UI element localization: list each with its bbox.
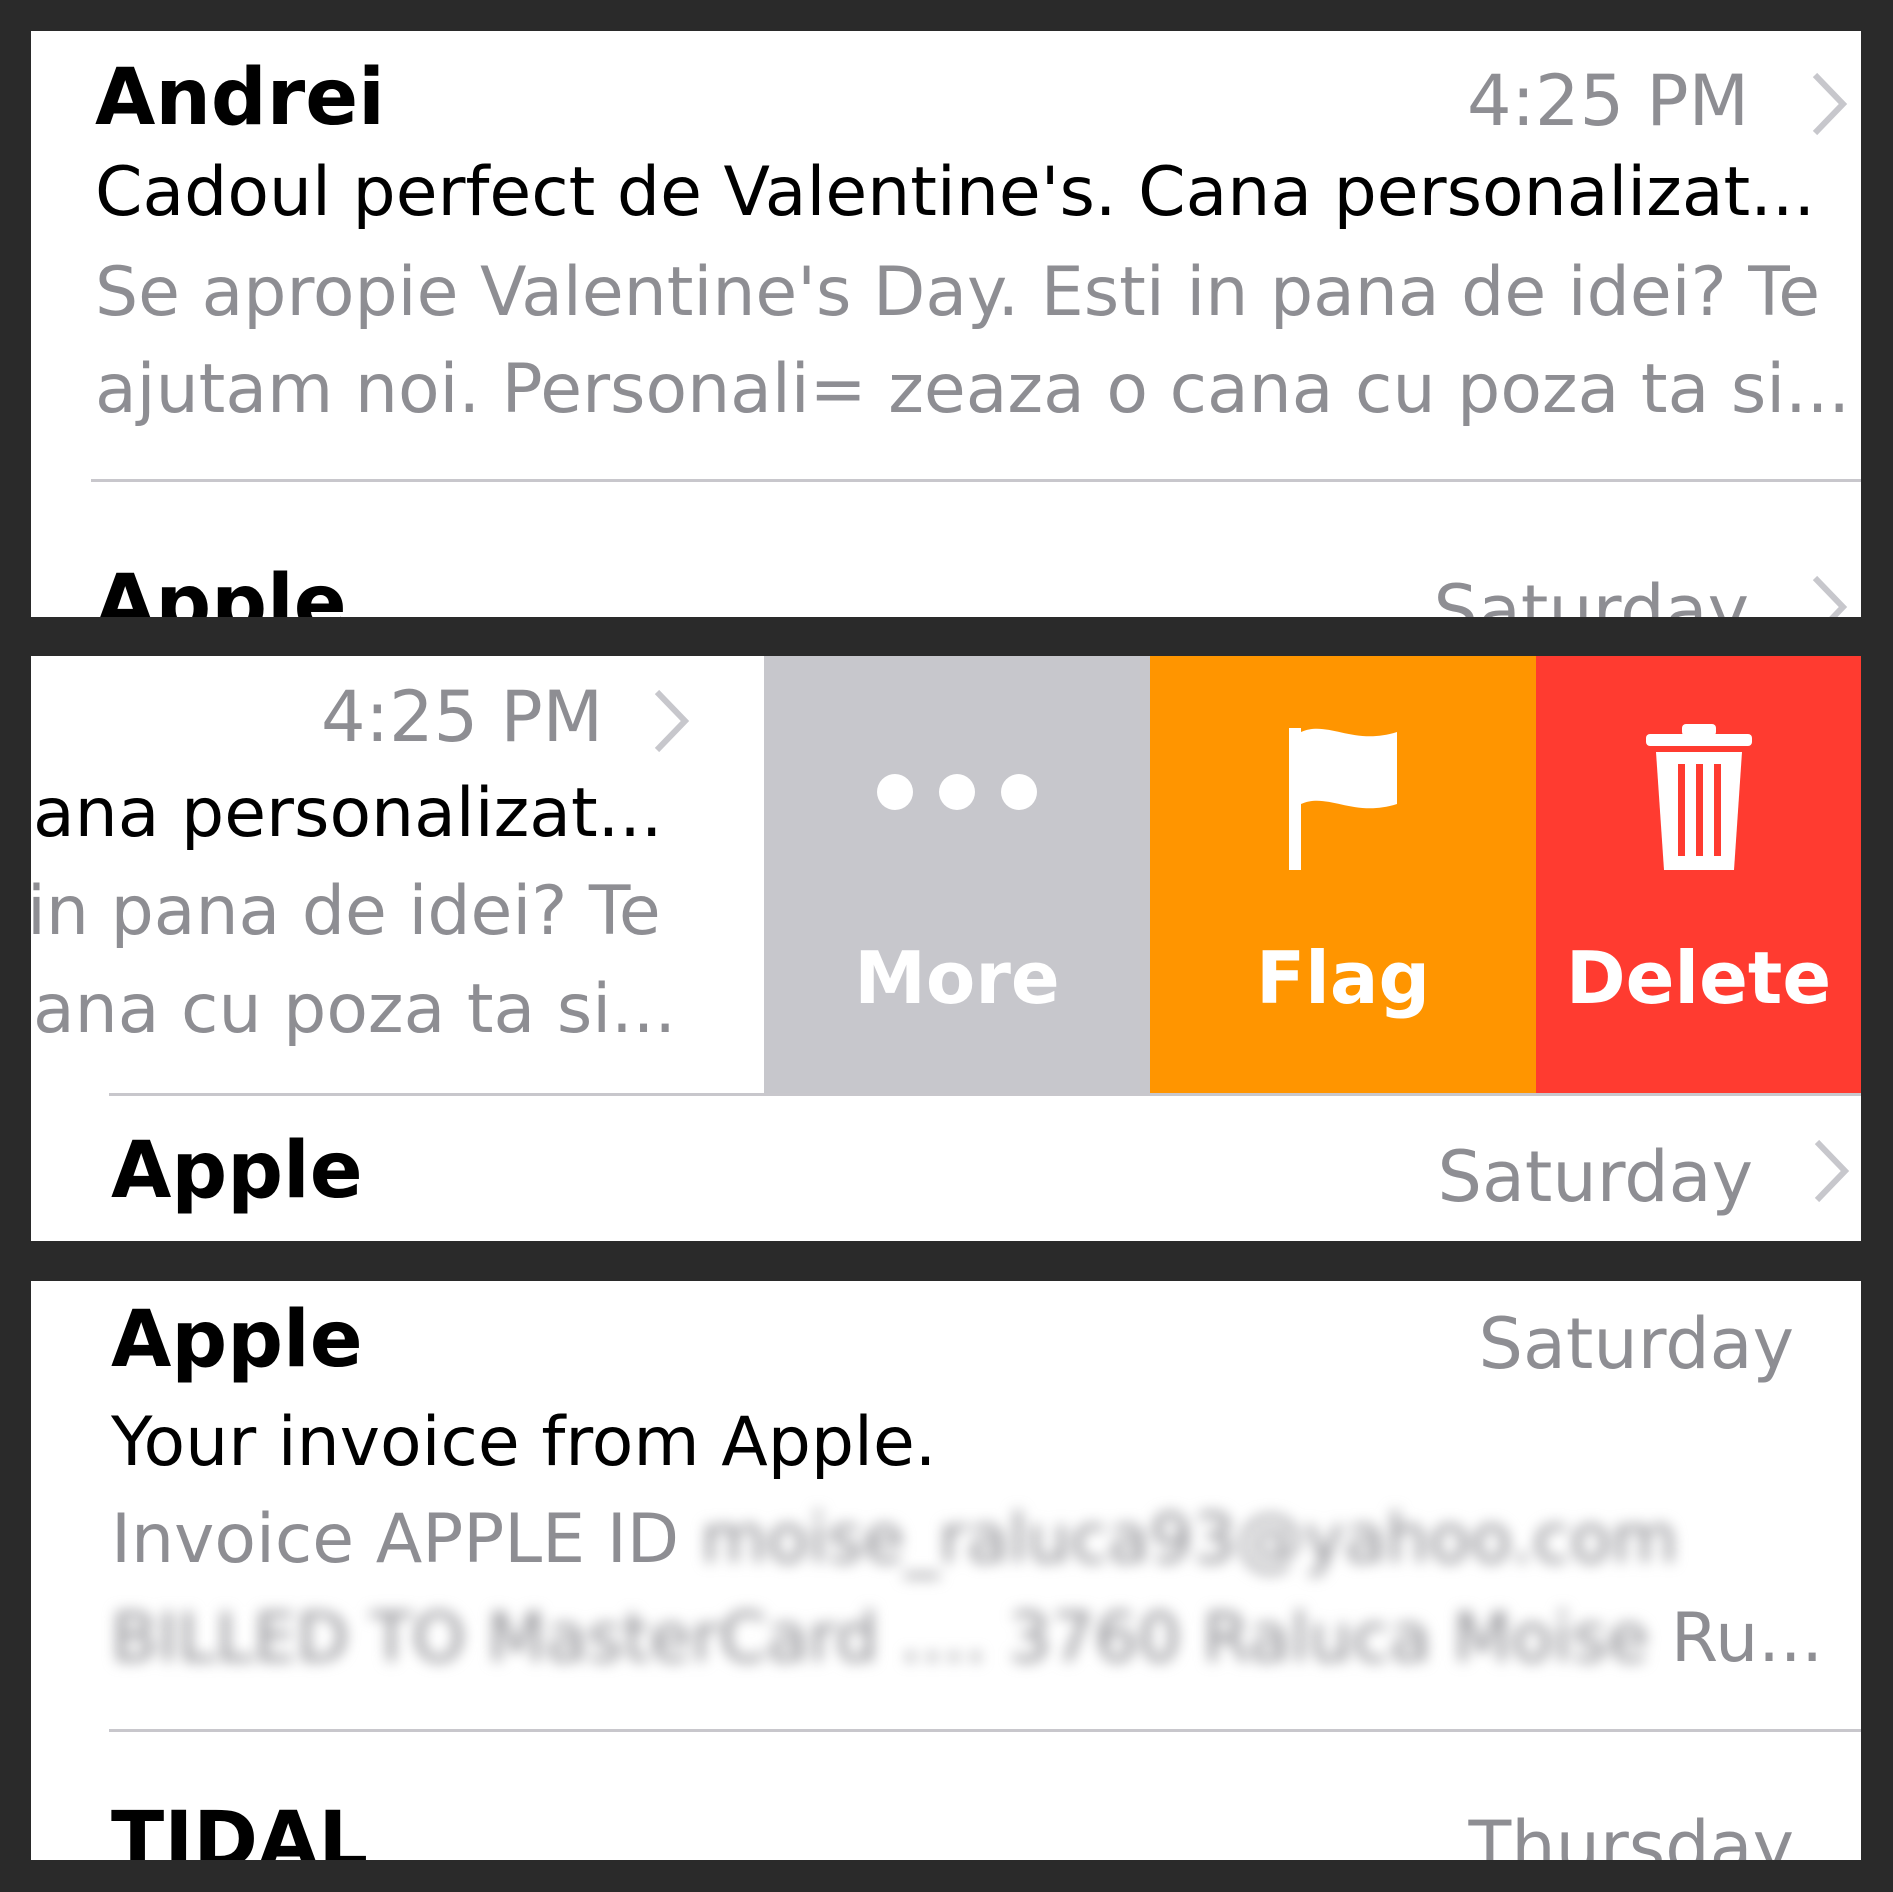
delete-label: Delete — [1565, 936, 1832, 1020]
mail-list-panel-2: 4:25 PM ana personalizat... in pana de i… — [31, 656, 1861, 1241]
mail-time: Thursday — [1468, 1806, 1795, 1860]
mail-time: Saturday — [1437, 1136, 1753, 1218]
mail-preview-line-1: Se apropie Valentine's Day. Esti in pana… — [95, 253, 1821, 332]
flag-label: Flag — [1256, 936, 1430, 1020]
mail-time: Saturday — [1478, 1303, 1794, 1385]
mail-time: 4:25 PM — [1466, 60, 1749, 142]
more-label: More — [854, 936, 1060, 1020]
chevron-right-icon — [1812, 575, 1848, 617]
delete-action-button[interactable]: Delete — [1536, 656, 1861, 1093]
sender-name: Andrei — [95, 53, 385, 143]
mail-row-apple-invoice[interactable]: Apple Saturday Your invoice from Apple. … — [31, 1281, 1861, 1729]
mail-subject: Cadoul perfect de Valentine's. Cana pers… — [95, 153, 1816, 232]
mail-preview-line-1: Invoice APPLE ID moise_raluca93@yahoo.co… — [111, 1506, 1678, 1574]
mail-preview-line-2: ajutam noi. Personali= zeaza o cana cu p… — [95, 350, 1851, 429]
sender-name: Apple — [111, 1295, 363, 1385]
chevron-right-icon — [1812, 72, 1848, 136]
blurred-email: moise_raluca93@yahoo.com — [700, 1500, 1678, 1579]
ellipsis-icon — [877, 774, 1037, 810]
mail-row-apple[interactable]: Apple Saturday — [31, 1096, 1861, 1241]
trash-icon — [1645, 724, 1752, 870]
mail-time: 4:25 PM — [321, 676, 604, 758]
mail-row-apple[interactable]: Apple Saturday — [31, 482, 1861, 617]
mail-list-panel-1: Andrei 4:25 PM Cadoul perfect de Valenti… — [31, 31, 1861, 617]
mail-preview-line-2: BILLED TO MasterCard .... 3760 Raluca Mo… — [111, 1605, 1823, 1673]
mail-subject: Your invoice from Apple. — [111, 1403, 937, 1482]
chevron-right-icon — [1814, 1139, 1850, 1203]
flag-action-button[interactable]: Flag — [1150, 656, 1536, 1093]
preview-suffix: Ru... — [1670, 1599, 1824, 1678]
mail-subject-fragment: ana personalizat... — [33, 774, 663, 853]
more-action-button[interactable]: More — [764, 656, 1150, 1093]
mail-time: Saturday — [1433, 570, 1749, 617]
flag-icon — [1289, 728, 1397, 870]
mail-preview-fragment-1: in pana de idei? Te — [31, 872, 661, 951]
chevron-right-icon — [654, 689, 690, 753]
sender-name: TIDAL — [111, 1796, 369, 1860]
sender-name: Apple — [95, 559, 347, 617]
sender-name: Apple — [111, 1126, 363, 1216]
mail-row-swiped[interactable]: 4:25 PM ana personalizat... in pana de i… — [31, 656, 764, 1093]
mail-row-andrei[interactable]: Andrei 4:25 PM Cadoul perfect de Valenti… — [31, 31, 1861, 479]
mail-preview-fragment-2: ana cu poza ta si... — [33, 970, 677, 1049]
mail-row-tidal[interactable]: TIDAL Thursday — [31, 1732, 1861, 1860]
blurred-billing-info: BILLED TO MasterCard .... 3760 Raluca Mo… — [111, 1599, 1650, 1678]
preview-prefix: Invoice APPLE ID — [111, 1500, 680, 1579]
mail-list-panel-3: Apple Saturday Your invoice from Apple. … — [31, 1281, 1861, 1860]
